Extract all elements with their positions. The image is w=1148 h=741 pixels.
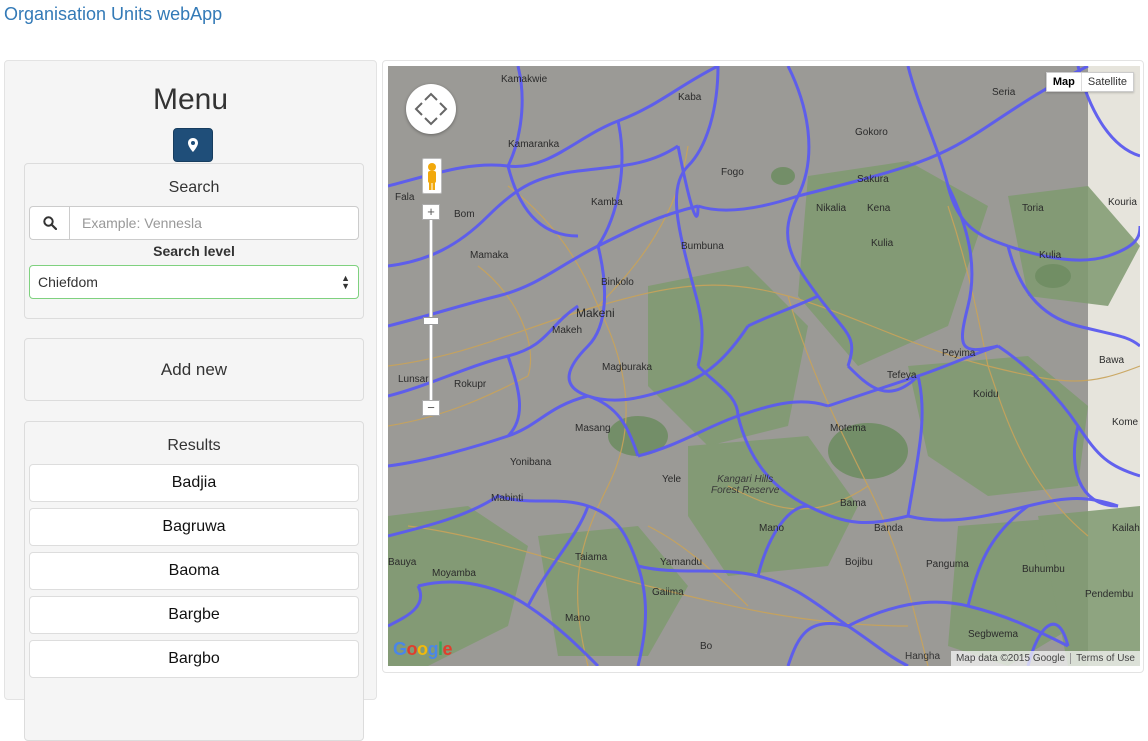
place-label: Sakura	[857, 174, 889, 185]
place-label: Gaiima	[652, 587, 684, 598]
place-label: Kaba	[678, 92, 702, 103]
place-label: Kailahu	[1112, 523, 1140, 534]
place-label: Bawa	[1099, 355, 1125, 366]
zoom-out-button[interactable]: −	[422, 400, 440, 416]
pan-arrows-icon	[414, 92, 448, 126]
place-label: Kouria	[1108, 197, 1137, 208]
result-item[interactable]: Bagruwa	[29, 508, 359, 546]
search-level-select[interactable]: Chiefdom ▲ ▼	[29, 265, 359, 299]
map-data-attribution: Map data ©2015 Google	[955, 653, 1066, 664]
pan-control[interactable]	[406, 84, 456, 134]
place-label: Segbwema	[968, 629, 1019, 640]
place-label: Bama	[840, 498, 867, 509]
search-icon[interactable]	[29, 206, 69, 240]
place-label: Rokupr	[454, 379, 487, 390]
place-label: Buhumbu	[1022, 564, 1065, 575]
place-label: Lunsar	[398, 374, 429, 385]
add-new-button[interactable]: Add new	[24, 338, 364, 401]
zoom-slider-track[interactable]	[429, 216, 433, 408]
place-label: Toria	[1022, 203, 1044, 214]
search-group	[29, 206, 359, 240]
place-label: Mabinti	[491, 493, 524, 504]
results-panel: Results Badjia Bagruwa Baoma Bargbe Barg…	[24, 421, 364, 741]
place-label: Bom	[454, 209, 475, 220]
place-label: Panguma	[926, 559, 969, 570]
map-type-control: Map Satellite	[1045, 72, 1134, 92]
result-item[interactable]: Baoma	[29, 552, 359, 590]
place-label: Nikalia	[816, 203, 847, 214]
map-type-satellite-button[interactable]: Satellite	[1080, 73, 1133, 91]
place-label: Fala	[395, 192, 415, 203]
place-label: Peyima	[942, 348, 976, 359]
place-label: Makeni	[576, 306, 615, 320]
search-level-value: Chiefdom	[38, 274, 98, 290]
place-label: Gokoro	[855, 127, 888, 138]
result-list: Badjia Bagruwa Baoma Bargbe Bargbo	[29, 464, 359, 684]
place-label: Bo	[700, 641, 713, 652]
region-label: Kangari Hills Forest Reserve	[711, 474, 780, 496]
street-view-pegman-icon[interactable]	[422, 158, 442, 194]
google-logo: Google	[393, 639, 453, 659]
place-label: Binkolo	[601, 277, 634, 288]
place-label: Tefeya	[887, 370, 917, 381]
place-label: Hangha	[905, 651, 941, 662]
location-pin-button[interactable]	[173, 128, 213, 162]
place-label: Fogo	[721, 167, 744, 178]
search-level-label: Search level	[153, 243, 235, 259]
result-item[interactable]: Badjia	[29, 464, 359, 502]
place-label: Kamakwie	[501, 74, 548, 85]
map-type-map-button[interactable]: Map	[1047, 73, 1081, 91]
terms-of-use-link[interactable]: Terms of Use	[1071, 653, 1140, 664]
place-label: Yamandu	[660, 557, 703, 568]
map-attribution: Map data ©2015 Google Terms of Use	[950, 651, 1140, 666]
place-label: Taiama	[575, 552, 608, 563]
result-item[interactable]: Bargbe	[29, 596, 359, 634]
add-new-label: Add new	[160, 359, 228, 379]
place-label: Motema	[830, 423, 867, 434]
place-label: Bojibu	[845, 557, 873, 568]
search-heading: Search	[168, 179, 220, 196]
search-input[interactable]	[69, 206, 359, 240]
place-label: Kulia	[871, 238, 894, 249]
map-marker-icon	[188, 138, 198, 152]
zoom-slider-handle[interactable]	[423, 317, 439, 325]
place-label: Makeh	[552, 325, 583, 336]
place-label: Koidu	[973, 389, 999, 400]
place-label: Yele	[662, 474, 682, 485]
result-item[interactable]: Bargbo	[29, 640, 359, 678]
map-container: Kangari Hills Forest Reserve Kamakwie Kab…	[382, 60, 1144, 673]
results-heading: Results	[167, 437, 221, 454]
zoom-in-button[interactable]: +	[422, 204, 440, 220]
place-label: Seria	[992, 87, 1016, 98]
place-label: Masang	[575, 423, 611, 434]
place-label: Kome	[1112, 417, 1139, 428]
select-arrows-icon: ▲ ▼	[341, 273, 350, 291]
place-label: Bumbuna	[681, 241, 724, 252]
app-title[interactable]: Organisation Units webApp	[4, 4, 222, 25]
place-label: Mamaka	[470, 250, 509, 261]
search-panel: Search Search level Chiefdom ▲▼	[24, 163, 364, 319]
place-label: Moyamba	[432, 568, 476, 579]
place-label: Kulia	[1039, 250, 1062, 261]
place-label: Pendembu	[1085, 589, 1134, 600]
place-label: Kena	[867, 203, 891, 214]
menu-title: Menu	[152, 83, 229, 116]
map-base-layer	[388, 66, 1140, 666]
place-label: Banda	[874, 523, 903, 534]
place-label: Bauya	[388, 557, 417, 568]
place-label: Yonibana	[510, 457, 552, 468]
place-label: Kamba	[591, 197, 623, 208]
sidebar: Menu Search Search level Chiefdom ▲▼ Add…	[4, 60, 377, 741]
place-label: Magburaka	[602, 362, 653, 373]
place-label: Mano	[565, 613, 591, 624]
map-canvas[interactable]: Kangari Hills Forest Reserve Kamakwie Kab…	[388, 66, 1140, 666]
place-label: Mano	[759, 523, 785, 534]
place-label: Kamaranka	[508, 139, 560, 150]
